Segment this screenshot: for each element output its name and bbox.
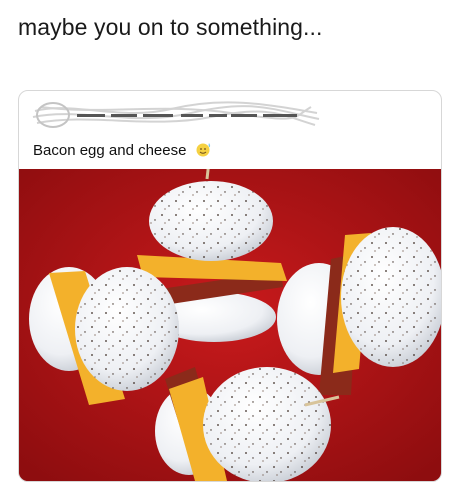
- post-text: Bacon egg and cheese: [33, 141, 213, 159]
- post-text-label: Bacon egg and cheese: [33, 142, 187, 159]
- embedded-post-card[interactable]: Bacon egg and cheese: [18, 90, 442, 482]
- caption-text: maybe you on to something...: [18, 14, 323, 40]
- redacted-author-scribble: [32, 101, 320, 128]
- food-photo: [19, 169, 441, 481]
- bacon-egg-cheese-bites-icon: [19, 169, 441, 481]
- sweat-smile-emoji-icon: [196, 143, 210, 157]
